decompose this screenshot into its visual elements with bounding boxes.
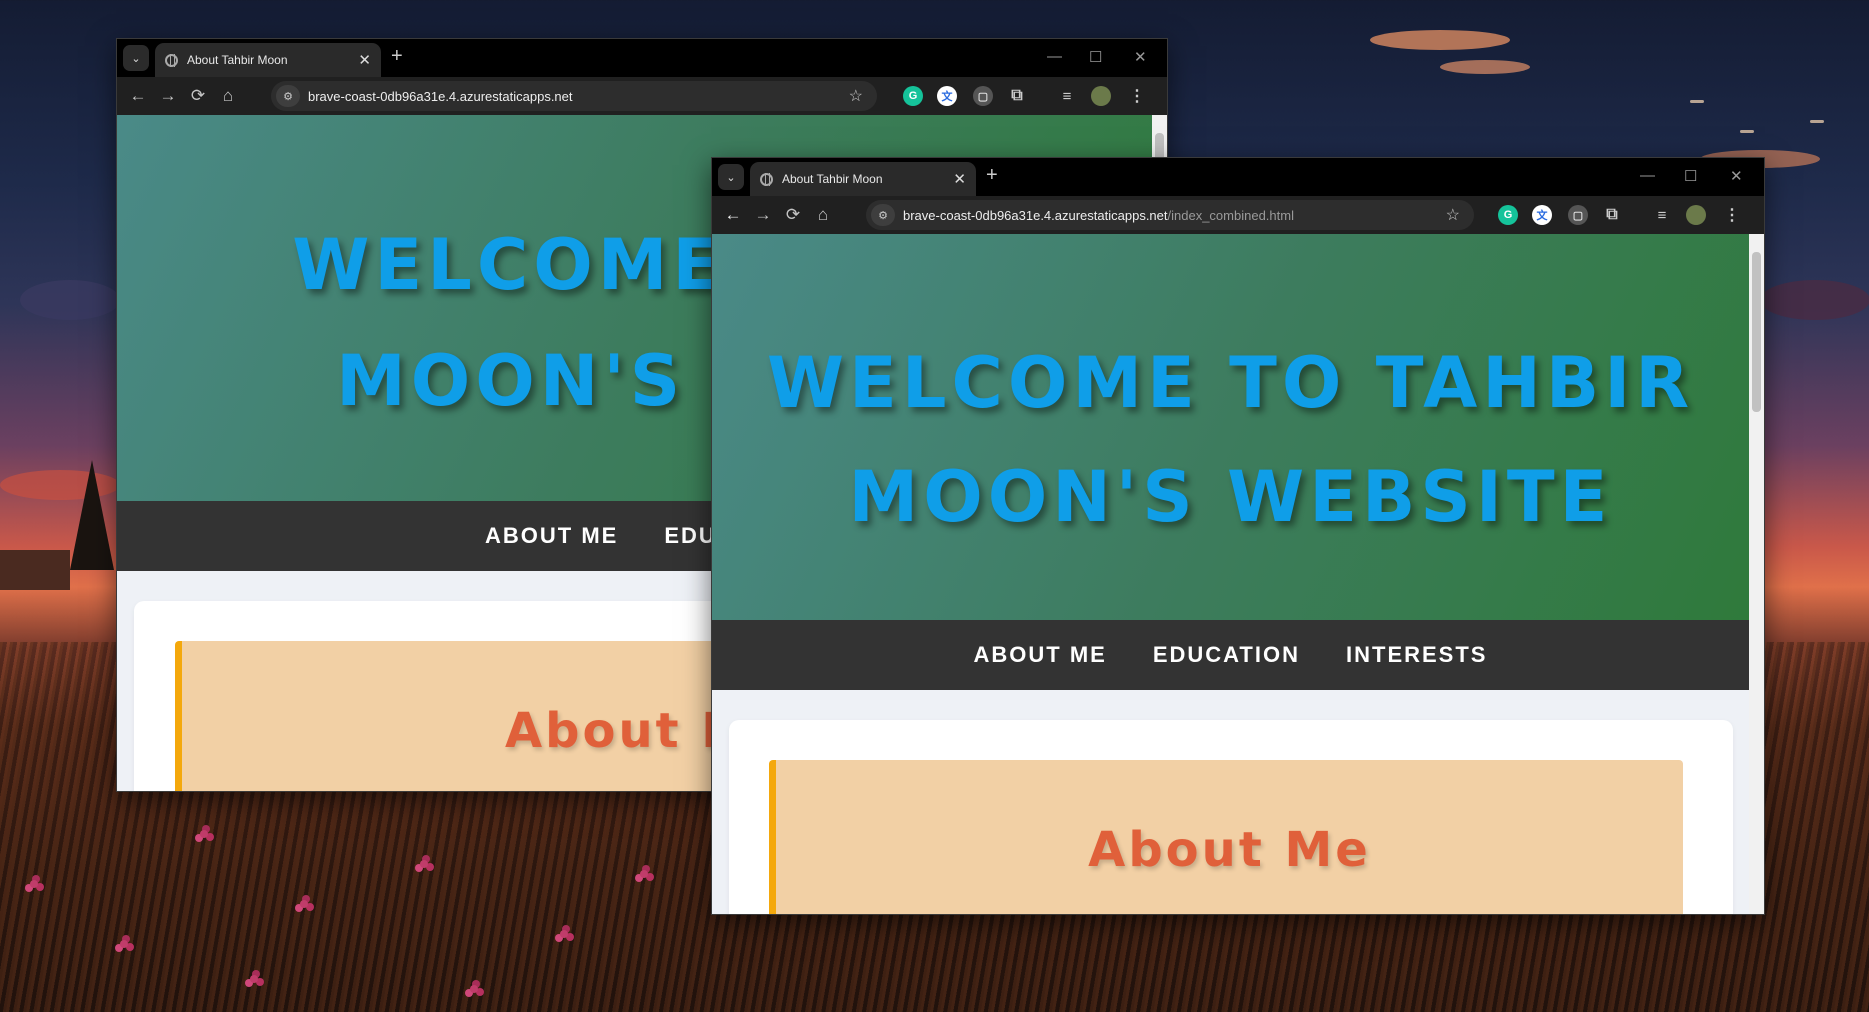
forward-button[interactable]: → [748,205,778,225]
toolbar: ← → ⟳ ⌂ ⚙ brave-coast-0db96a31e.4.azures… [117,77,1167,115]
extensions-puzzle-icon[interactable]: ⧉ [1602,205,1622,225]
house [0,550,70,590]
close-tab-icon[interactable]: ✕ [953,170,966,188]
about-section: About Me [769,760,1683,914]
hero-header: WELCOME TO TAHBIR MOON'S WEBSITE [712,234,1749,620]
close-window-button[interactable]: ✕ [1730,167,1743,185]
nav-education[interactable]: EDUCATION [1153,642,1300,668]
url-host: brave-coast-0db96a31e.4.azurestaticapps.… [903,207,1168,223]
nav-about-me[interactable]: ABOUT ME [485,523,618,549]
url-host: brave-coast-0db96a31e.4.azurestaticapps.… [308,88,573,104]
tab-strip: ⌄ About Tahbir Moon ✕ + — ☐ ✕ [117,39,1167,77]
globe-icon [165,53,178,67]
url-text[interactable]: brave-coast-0db96a31e.4.azurestaticapps.… [308,89,573,104]
flower [120,940,128,948]
media-control-icon[interactable]: ≡ [1652,205,1672,225]
media-extension-icon[interactable]: ▢ [1568,205,1588,225]
bird [1740,130,1754,133]
hero-title-line2: MOON'S WEBSITE [848,456,1613,538]
cloud [1760,280,1869,320]
cloud [20,280,120,320]
nav-about-me[interactable]: ABOUT ME [974,642,1107,668]
tab-title: About Tahbir Moon [782,172,883,186]
url-text[interactable]: brave-coast-0db96a31e.4.azurestaticapps.… [903,208,1294,223]
page-viewport: WELCOME TO TAHBIR MOON'S WEBSITE ABOUT M… [712,234,1764,914]
tab-strip: ⌄ About Tahbir Moon ✕ + — ☐ ✕ [712,158,1764,196]
profile-avatar[interactable] [1686,205,1706,225]
home-button[interactable]: ⌂ [808,205,838,225]
flower [470,985,478,993]
browser-window-front[interactable]: ⌄ About Tahbir Moon ✕ + — ☐ ✕ ← → ⟳ ⌂ ⚙ … [711,157,1765,915]
tab-search-button[interactable]: ⌄ [123,45,149,71]
media-extension-icon[interactable]: ▢ [973,86,993,106]
nav-interests[interactable]: INTERESTS [1346,642,1487,668]
reload-button[interactable]: ⟳ [183,86,213,106]
close-window-button[interactable]: ✕ [1134,48,1147,66]
grammarly-extension-icon[interactable]: G [903,86,923,106]
flower [300,900,308,908]
chevron-down-icon: ⌄ [726,171,736,184]
address-bar[interactable]: ⚙ brave-coast-0db96a31e.4.azurestaticapp… [866,200,1474,230]
flower [420,860,428,868]
flower [640,870,648,878]
bird [1810,120,1824,123]
tree [70,460,114,570]
tab-title: About Tahbir Moon [187,53,288,67]
tab-search-button[interactable]: ⌄ [718,164,744,190]
site-info-icon[interactable]: ⚙ [276,85,300,107]
translate-extension-icon[interactable]: 文 [1532,205,1552,225]
minimize-button[interactable]: — [1047,48,1062,65]
extensions-puzzle-icon[interactable]: ⧉ [1007,86,1027,106]
about-heading: About Me [1088,822,1371,878]
bookmark-star-icon[interactable]: ☆ [849,86,863,106]
media-control-icon[interactable]: ≡ [1057,86,1077,106]
profile-avatar[interactable] [1091,86,1111,106]
scrollbar[interactable] [1749,234,1764,914]
close-tab-icon[interactable]: ✕ [358,51,371,69]
cloud [1440,60,1530,74]
home-button[interactable]: ⌂ [213,86,243,106]
flower [250,975,258,983]
back-button[interactable]: ← [718,205,748,225]
flower [560,930,568,938]
globe-icon [760,172,773,186]
flower [30,880,38,888]
nav-bar: ABOUT ME EDUCATION INTERESTS [712,620,1749,690]
new-tab-button[interactable]: + [986,164,998,187]
forward-button[interactable]: → [153,86,183,106]
scrollbar-thumb[interactable] [1752,252,1761,412]
maximize-button[interactable]: ☐ [1089,48,1102,66]
toolbar: ← → ⟳ ⌂ ⚙ brave-coast-0db96a31e.4.azures… [712,196,1764,234]
site-info-icon[interactable]: ⚙ [871,204,895,226]
address-bar[interactable]: ⚙ brave-coast-0db96a31e.4.azurestaticapp… [271,81,877,111]
menu-icon[interactable]: ⋮ [1127,86,1147,106]
active-tab[interactable]: About Tahbir Moon ✕ [155,43,381,77]
reload-button[interactable]: ⟳ [778,205,808,225]
translate-extension-icon[interactable]: 文 [937,86,957,106]
menu-icon[interactable]: ⋮ [1722,205,1742,225]
back-button[interactable]: ← [123,86,153,106]
url-path: /index_combined.html [1167,207,1294,223]
cloud [1370,30,1510,50]
flower [200,830,208,838]
maximize-button[interactable]: ☐ [1684,167,1697,185]
hero-title-line1: WELCOME TO TAHBIR [766,342,1695,424]
grammarly-extension-icon[interactable]: G [1498,205,1518,225]
active-tab[interactable]: About Tahbir Moon ✕ [750,162,976,196]
minimize-button[interactable]: — [1640,167,1655,184]
bookmark-star-icon[interactable]: ☆ [1446,205,1460,225]
new-tab-button[interactable]: + [391,45,403,68]
bird [1690,100,1704,103]
chevron-down-icon: ⌄ [131,52,141,65]
